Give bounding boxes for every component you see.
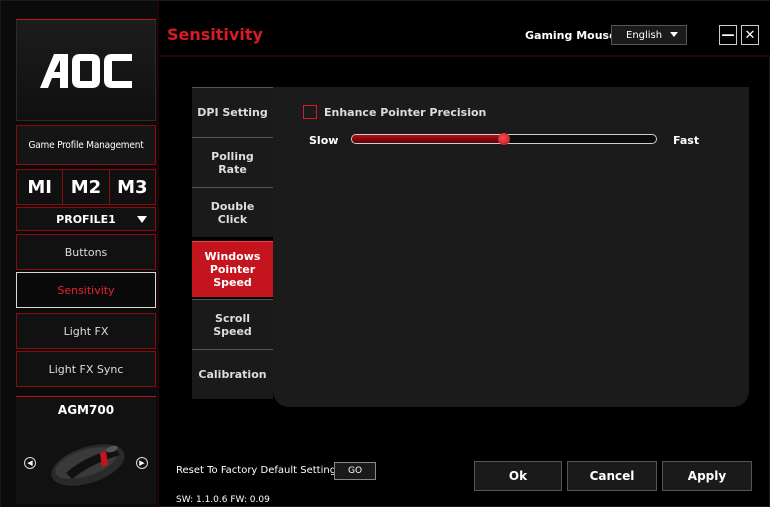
sidebar-item-label: Light FX: [63, 324, 109, 338]
previous-device-icon[interactable]: ◀: [24, 457, 36, 469]
tab-label: Polling Rate: [211, 149, 254, 176]
tab-dpi-setting[interactable]: DPI Setting: [192, 87, 273, 137]
tab-label: Calibration: [198, 368, 267, 381]
reset-go-button[interactable]: GO: [334, 462, 376, 480]
apply-label: Apply: [687, 469, 727, 483]
enhance-pointer-precision-label: Enhance Pointer Precision: [324, 106, 487, 119]
cancel-button[interactable]: Cancel: [567, 461, 657, 491]
header-divider: [159, 55, 770, 57]
minimize-button[interactable]: —: [719, 25, 737, 45]
page-title: Sensitivity: [167, 25, 263, 44]
apply-button[interactable]: Apply: [662, 461, 752, 491]
close-icon: ✕: [744, 27, 756, 43]
sidebar-item-light-fx[interactable]: Light FX: [16, 313, 156, 349]
next-device-icon[interactable]: ▶: [136, 457, 148, 469]
minimize-icon: —: [721, 27, 735, 43]
tab-label: Double Click: [210, 199, 255, 226]
version-info: SW: 1.1.0.6 FW: 0.09: [176, 495, 270, 505]
pointer-speed-thumb[interactable]: [498, 133, 510, 145]
tab-calibration[interactable]: Calibration: [192, 349, 273, 399]
enhance-pointer-precision-checkbox[interactable]: [303, 105, 317, 119]
device-name: AGM700: [57, 403, 115, 417]
device-type-label: Gaming Mouse: [525, 29, 617, 42]
fast-label: Fast: [673, 134, 700, 147]
tab-polling-rate[interactable]: Polling Rate: [192, 137, 273, 187]
app-window: Game Profile Management MI M2 M3 PROFILE…: [0, 0, 770, 507]
reset-defaults-label: Reset To Factory Default Settings: [176, 465, 342, 476]
caret-down-icon: [670, 32, 678, 37]
close-button[interactable]: ✕: [741, 25, 759, 45]
go-label: GO: [347, 466, 363, 476]
sidebar-item-light-fx-sync[interactable]: Light FX Sync: [16, 351, 156, 387]
caret-down-icon: [137, 216, 147, 223]
aoc-logo-mark: [40, 54, 132, 88]
device-panel: AGM700 ◀ ▶: [16, 396, 156, 504]
tab-label: Scroll Speed: [213, 311, 252, 338]
cancel-label: Cancel: [589, 469, 635, 483]
sidebar-item-label: Buttons: [64, 245, 108, 259]
tab-windows-pointer-speed[interactable]: Windows Pointer Speed: [192, 241, 273, 297]
tab-label: DPI Setting: [197, 106, 268, 119]
ok-button[interactable]: Ok: [474, 461, 562, 491]
sidebar-item-label: Light FX Sync: [48, 362, 124, 376]
pointer-speed-fill: [352, 135, 504, 143]
game-profile-management-label: Game Profile Management: [28, 139, 144, 151]
language-dropdown[interactable]: English: [611, 25, 687, 45]
sidebar-item-buttons[interactable]: Buttons: [16, 234, 156, 270]
ok-label: Ok: [508, 469, 528, 483]
memory-slot-row: MI M2 M3: [16, 169, 156, 205]
memory-slot-m1[interactable]: MI: [16, 169, 64, 205]
aoc-logo: [17, 20, 155, 120]
mouse-image-icon: [51, 444, 125, 486]
memory-slot-m3[interactable]: M3: [109, 169, 156, 205]
tab-label: Windows Pointer Speed: [204, 250, 261, 289]
tab-scroll-speed[interactable]: Scroll Speed: [192, 299, 273, 349]
slow-label: Slow: [309, 134, 339, 147]
header-bar: Sensitivity Gaming Mouse English — ✕: [159, 1, 770, 57]
logo-panel: [16, 19, 156, 121]
sidebar-item-sensitivity[interactable]: Sensitivity: [16, 272, 156, 308]
profile-selected-label: PROFILE1: [56, 212, 116, 226]
profile-dropdown[interactable]: PROFILE1: [16, 207, 156, 231]
tab-double-click[interactable]: Double Click: [192, 187, 273, 237]
language-selected: English: [626, 29, 663, 41]
memory-slot-m2[interactable]: M2: [63, 169, 110, 205]
game-profile-management-button[interactable]: Game Profile Management: [16, 125, 156, 165]
sidebar-item-label: Sensitivity: [57, 283, 115, 297]
sidebar: Game Profile Management MI M2 M3 PROFILE…: [1, 1, 159, 507]
